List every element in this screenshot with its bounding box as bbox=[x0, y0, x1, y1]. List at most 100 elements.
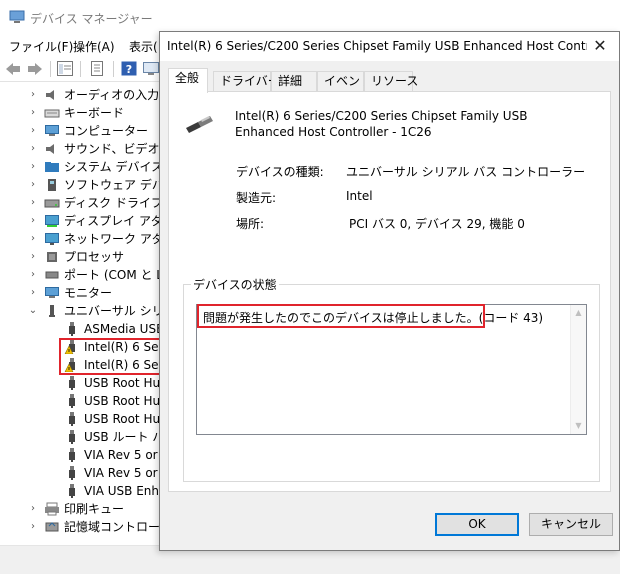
tree-highlight-box bbox=[59, 338, 166, 375]
chevron-right-icon[interactable]: › bbox=[28, 230, 38, 248]
tree-category-item[interactable]: › キーボード bbox=[0, 104, 160, 122]
status-highlight-box bbox=[197, 304, 485, 328]
disk-icon bbox=[44, 199, 60, 208]
tree-child-item[interactable]: VIA Rev 5 or la bbox=[0, 464, 160, 482]
forward-arrow-icon[interactable] bbox=[26, 60, 44, 78]
tree-item-label: ユニバーサル シリアル bbox=[64, 304, 160, 318]
chevron-right-icon[interactable]: › bbox=[28, 248, 38, 266]
menu-action[interactable]: 操作(A) bbox=[73, 38, 115, 55]
tree-category-item[interactable]: › 記憶域コントローラー bbox=[0, 518, 160, 536]
close-icon[interactable]: ✕ bbox=[587, 35, 613, 57]
chevron-right-icon[interactable]: › bbox=[28, 194, 38, 212]
tree-child-item[interactable]: VIA USB Enhar bbox=[0, 482, 160, 500]
properties-view-icon[interactable] bbox=[56, 60, 74, 77]
tab-events[interactable]: イベント bbox=[317, 71, 372, 91]
tree-category-item[interactable]: › サウンド、ビデオ、およ bbox=[0, 140, 160, 158]
chevron-right-icon[interactable]: › bbox=[28, 176, 38, 194]
cancel-button[interactable]: キャンセル bbox=[529, 513, 613, 536]
tree-child-item[interactable]: USB ルート ハブ bbox=[0, 428, 160, 446]
chevron-right-icon[interactable]: › bbox=[28, 104, 38, 122]
tab-driver[interactable]: ドライバー bbox=[213, 71, 280, 91]
chevron-right-icon[interactable]: › bbox=[28, 284, 38, 302]
tab-general[interactable]: 全般 bbox=[168, 68, 208, 93]
tree-item-label: プロセッサ bbox=[64, 250, 125, 264]
tree-item-label: USB Root Hub bbox=[84, 394, 160, 408]
chevron-right-icon[interactable]: › bbox=[28, 212, 38, 230]
tree-item-label: VIA Rev 5 or la bbox=[84, 448, 160, 462]
chevron-right-icon[interactable]: › bbox=[28, 266, 38, 284]
menu-file[interactable]: ファイル(F) bbox=[9, 38, 73, 55]
tree-category-item[interactable]: › ディスプレイ アダプター bbox=[0, 212, 160, 230]
tree-category-item[interactable]: › ネットワーク アダプター bbox=[0, 230, 160, 248]
tree-category-item[interactable]: › 印刷キュー bbox=[0, 500, 160, 518]
tab-details[interactable]: 詳細 bbox=[271, 71, 317, 91]
location-value: PCI バス 0, デバイス 29, 機能 0 bbox=[349, 217, 525, 231]
device-type-label: デバイスの種類: bbox=[236, 165, 324, 179]
printer-icon bbox=[45, 502, 59, 516]
usb-icon bbox=[69, 448, 75, 462]
usb-icon bbox=[69, 376, 75, 390]
tree-child-item[interactable]: USB Root Hub bbox=[0, 392, 160, 410]
manufacturer-label: 製造元: bbox=[236, 191, 277, 205]
tree-item-label: サウンド、ビデオ、およ bbox=[64, 142, 160, 156]
tree-category-item[interactable]: › ポート (COM と LPT bbox=[0, 266, 160, 284]
chevron-right-icon[interactable]: › bbox=[28, 86, 38, 104]
device-manager-icon bbox=[9, 10, 25, 23]
monitor-scan-icon[interactable] bbox=[142, 60, 160, 77]
tree-category-item[interactable]: › システム デバイス bbox=[0, 158, 160, 176]
dialog-title: Intel(R) 6 Series/C200 Series Chipset Fa… bbox=[167, 39, 587, 53]
tree-item-label: オーディオの入力およ bbox=[64, 88, 160, 102]
tree-child-item[interactable]: VIA Rev 5 or la bbox=[0, 446, 160, 464]
chevron-right-icon[interactable]: › bbox=[28, 158, 38, 176]
tree-item-label: USB Root Hub bbox=[84, 412, 160, 426]
tree-child-item[interactable]: USB Root Hub bbox=[0, 410, 160, 428]
tree-item-label: USB Root Hub bbox=[84, 376, 160, 390]
storage-icon bbox=[45, 522, 59, 532]
device-name: Intel(R) 6 Series/C200 Series Chipset Fa… bbox=[235, 109, 528, 139]
tree-category-item[interactable]: ⌄ ユニバーサル シリアル bbox=[0, 302, 160, 320]
menu-view[interactable]: 表示( bbox=[129, 38, 158, 55]
usb-icon bbox=[69, 322, 75, 336]
usb-icon bbox=[69, 430, 75, 444]
usb-icon bbox=[69, 412, 75, 426]
manufacturer-value: Intel bbox=[346, 189, 373, 203]
tree-child-item[interactable]: ASMedia USB bbox=[0, 320, 160, 338]
tree-category-item[interactable]: › モニター bbox=[0, 284, 160, 302]
device-manager-titlebar: デバイス マネージャー bbox=[0, 0, 620, 34]
monitor-icon bbox=[45, 125, 59, 136]
processor-icon bbox=[47, 252, 57, 262]
tree-child-item[interactable]: USB Root Hub bbox=[0, 374, 160, 392]
tree-item-label: ソフトウェア デバイス bbox=[64, 178, 160, 192]
device-status-textbox[interactable]: 問題が発生したのでこのデバイスは停止しました。(コード 43) ▲ ▼ bbox=[196, 304, 587, 435]
chevron-right-icon[interactable]: › bbox=[28, 122, 38, 140]
scroll-down-icon[interactable]: ▼ bbox=[571, 418, 586, 434]
tab-resources[interactable]: リソース bbox=[364, 71, 418, 91]
tree-item-label: ディスプレイ アダプター bbox=[64, 214, 160, 228]
chevron-right-icon[interactable]: › bbox=[28, 500, 38, 518]
status-scrollbar[interactable]: ▲ ▼ bbox=[570, 305, 586, 434]
chevron-down-icon[interactable]: ⌄ bbox=[28, 302, 38, 320]
tree-item-label: システム デバイス bbox=[64, 160, 160, 174]
svg-text:?: ? bbox=[126, 63, 132, 76]
scroll-up-icon[interactable]: ▲ bbox=[571, 305, 586, 321]
help-icon[interactable]: ? bbox=[120, 60, 138, 77]
device-type-value: ユニバーサル シリアル バス コントローラー bbox=[346, 165, 586, 179]
tree-category-item[interactable]: › オーディオの入力およ bbox=[0, 86, 160, 104]
tree-category-item[interactable]: › ソフトウェア デバイス bbox=[0, 176, 160, 194]
toolbar-separator bbox=[50, 61, 51, 77]
tree-category-item[interactable]: › プロセッサ bbox=[0, 248, 160, 266]
back-arrow-icon[interactable] bbox=[4, 60, 22, 78]
usb-icon bbox=[69, 394, 75, 408]
document-icon[interactable] bbox=[88, 60, 106, 77]
ok-button[interactable]: OK bbox=[435, 513, 519, 536]
usb-controller-icon bbox=[49, 305, 55, 317]
tree-item-label: ディスク ドライブ bbox=[64, 196, 160, 210]
chevron-right-icon[interactable]: › bbox=[28, 140, 38, 158]
tree-category-item[interactable]: › ディスク ドライブ bbox=[0, 194, 160, 212]
general-tab-page: Intel(R) 6 Series/C200 Series Chipset Fa… bbox=[168, 91, 611, 492]
device-manager-title: デバイス マネージャー bbox=[30, 12, 153, 26]
tree-category-item[interactable]: › コンピューター bbox=[0, 122, 160, 140]
chevron-right-icon[interactable]: › bbox=[28, 518, 38, 536]
port-icon bbox=[45, 271, 59, 279]
network-icon bbox=[45, 233, 59, 245]
